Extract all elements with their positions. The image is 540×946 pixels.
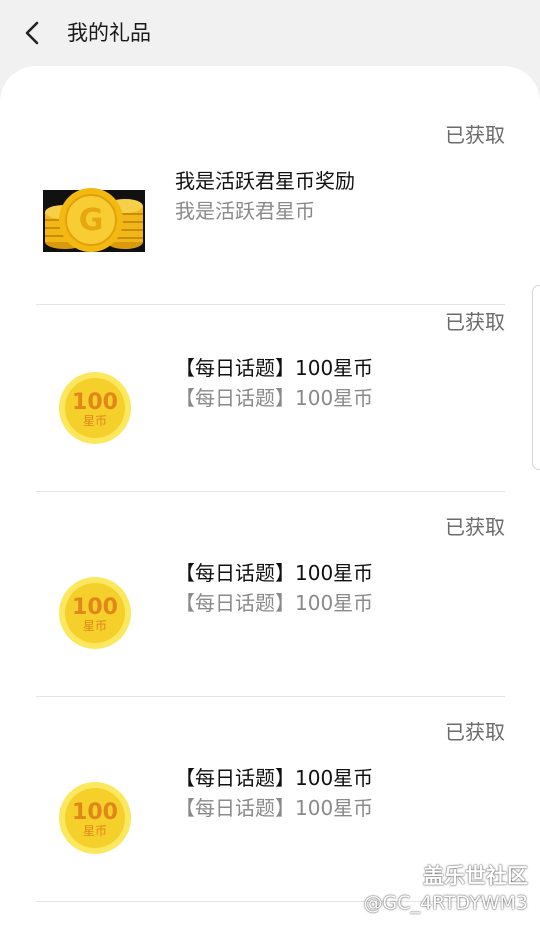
page-title: 我的礼品: [67, 18, 151, 48]
100-star-coin-icon: 100 星币: [58, 576, 132, 650]
header-bar: 我的礼品: [0, 0, 540, 66]
gift-list-card[interactable]: 已获取 G 我是活跃君星币奖励 我是活跃君星币: [0, 66, 540, 946]
watermark-brand: 盖乐世社区: [364, 862, 528, 890]
svg-text:G: G: [79, 203, 104, 238]
gift-description: 【每日话题】100星币: [175, 589, 373, 617]
coin-unit: 星币: [83, 824, 107, 838]
100-star-coin-icon: 100 星币: [58, 781, 132, 855]
coin-unit: 星币: [83, 414, 107, 428]
gift-item[interactable]: 已获取 100 星币 【每日话题】100星币 【每日话题】100星币: [0, 492, 540, 697]
scrollbar-handle[interactable]: [532, 285, 540, 470]
100-star-coin-icon: 100 星币: [58, 371, 132, 445]
gift-description: 【每日话题】100星币: [175, 384, 373, 412]
coin-amount: 100: [72, 390, 118, 415]
status-label: 已获取: [445, 308, 505, 336]
gift-description: 我是活跃君星币: [175, 197, 315, 225]
coin-amount: 100: [72, 595, 118, 620]
gift-name: 我是活跃君星币奖励: [175, 167, 355, 195]
watermark-user: @GC_4RTDYWM3: [364, 890, 528, 916]
gift-item[interactable]: 已获取 G 我是活跃君星币奖励 我是活跃君星币: [0, 100, 540, 305]
coin-amount: 100: [72, 800, 118, 825]
gift-name: 【每日话题】100星币: [175, 764, 373, 792]
status-label: 已获取: [445, 513, 505, 541]
status-label: 已获取: [445, 121, 505, 149]
status-label: 已获取: [445, 718, 505, 746]
gift-name: 【每日话题】100星币: [175, 559, 373, 587]
back-arrow-icon[interactable]: [20, 20, 46, 46]
gift-name: 【每日话题】100星币: [175, 354, 373, 382]
gift-description: 【每日话题】100星币: [175, 794, 373, 822]
gold-coin-stack-icon: G: [43, 182, 145, 254]
gift-item[interactable]: 已获取 100 星币 【每日话题】100星币 【每日话题】100星币: [0, 287, 540, 492]
watermark: 盖乐世社区 @GC_4RTDYWM3: [364, 862, 528, 916]
coin-unit: 星币: [83, 619, 107, 633]
